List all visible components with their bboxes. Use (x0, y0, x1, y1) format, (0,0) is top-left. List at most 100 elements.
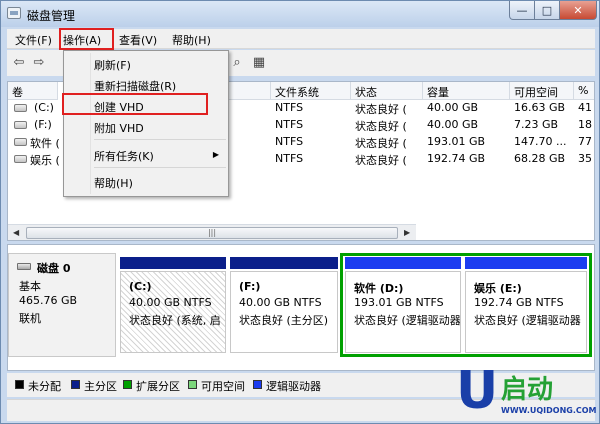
properties-icon[interactable]: ▦ (251, 55, 267, 71)
horizontal-scrollbar[interactable]: ◀ ||| ▶ (8, 224, 416, 240)
legend-label: 扩展分区 (136, 380, 180, 393)
partition-f[interactable]: (F:) 40.00 GB NTFS 状态良好 (主分区) (230, 257, 338, 353)
partition-label: (C:) (129, 280, 152, 293)
table-row-filesystem: NTFS (275, 118, 304, 131)
menu-help[interactable]: 帮助(H) (172, 32, 211, 48)
logical-drive-bar (465, 257, 587, 269)
title-bar: 磁盘管理 — □ ✕ (1, 1, 599, 27)
table-row-capacity: 192.74 GB (427, 152, 486, 165)
scroll-left-icon[interactable]: ◀ (13, 228, 19, 237)
legend-swatch-free-space (188, 380, 197, 389)
column-header-type[interactable] (224, 82, 271, 100)
column-header-volume[interactable]: 卷 (8, 82, 58, 100)
table-row-filesystem: NTFS (275, 152, 304, 165)
close-button[interactable]: ✕ (559, 1, 597, 20)
menu-separator (94, 167, 226, 168)
partition-label: 娱乐 (E:) (474, 282, 522, 295)
table-row-capacity: 40.00 GB (427, 101, 479, 114)
legend-swatch-logical (253, 380, 262, 389)
drive-icon (14, 121, 27, 129)
column-header-capacity[interactable]: 容量 (423, 82, 510, 100)
partition-size: 192.74 GB NTFS (474, 296, 564, 309)
table-row-free: 147.70 ... (514, 135, 567, 148)
magnifier-icon[interactable]: ⌕ (229, 55, 245, 71)
legend-label: 未分配 (28, 380, 61, 393)
partition-body: 娱乐 (E:) 192.74 GB NTFS 状态良好 (逻辑驱动器 (465, 271, 587, 353)
disk-management-app-icon (7, 7, 21, 19)
column-header-free-space[interactable]: 可用空间 (510, 82, 574, 100)
table-row-filesystem: NTFS (275, 101, 304, 114)
menu-item-all-tasks[interactable]: 所有任务(K) (94, 148, 154, 164)
scrollbar-thumb[interactable]: ||| (26, 227, 398, 239)
uqidong-watermark-logo: U 启动 WWW.UQIDONG.COM (456, 361, 597, 423)
disk-management-window: 磁盘管理 — □ ✕ 文件(F) 操作(A) 查看(V) 帮助(H) ⇦ ⇨ ⌕… (0, 0, 600, 424)
scroll-right-icon[interactable]: ▶ (404, 228, 410, 237)
partition-status: 状态良好 (逻辑驱动器 (354, 314, 460, 327)
partition-size: 40.00 GB NTFS (239, 296, 322, 309)
table-row-status: 状态良好 ( (355, 103, 407, 116)
table-row-percent: 18 (578, 118, 592, 131)
menu-item-refresh[interactable]: 刷新(F) (94, 57, 131, 73)
menu-file[interactable]: 文件(F) (15, 32, 52, 48)
table-row-status: 状态良好 ( (355, 154, 407, 167)
table-row-capacity: 40.00 GB (427, 118, 479, 131)
action-dropdown-menu: 刷新(F) 重新扫描磁盘(R) 创建 VHD 附加 VHD 所有任务(K) ▶ … (63, 50, 229, 197)
logical-drive-bar (345, 257, 461, 269)
table-row-volume[interactable]: 软件 ( (30, 135, 64, 151)
watermark-url: WWW.UQIDONG.COM (501, 406, 597, 415)
action-menu-highlight-box (59, 28, 114, 50)
disk-state: 联机 (19, 312, 41, 325)
menu-view[interactable]: 查看(V) (119, 32, 157, 48)
menu-item-rescan-disks[interactable]: 重新扫描磁盘(R) (94, 78, 176, 94)
partition-body: 软件 (D:) 193.01 GB NTFS 状态良好 (逻辑驱动器 (345, 271, 461, 353)
primary-partition-bar (230, 257, 338, 269)
forward-arrow-icon[interactable]: ⇨ (31, 55, 47, 71)
watermark-brand: 启动 (501, 375, 554, 405)
partition-e[interactable]: 娱乐 (E:) 192.74 GB NTFS 状态良好 (逻辑驱动器 (465, 257, 587, 353)
table-row-free: 7.23 GB (514, 118, 559, 131)
partition-status: 状态良好 (主分区) (239, 314, 329, 327)
legend-label: 逻辑驱动器 (266, 380, 321, 393)
table-row-percent: 41 (578, 101, 592, 114)
partition-size: 40.00 GB NTFS (129, 296, 212, 309)
partition-label: (F:) (239, 280, 261, 293)
partition-size: 193.01 GB NTFS (354, 296, 444, 309)
legend-label: 主分区 (84, 380, 117, 393)
table-row-volume[interactable]: (F:) (34, 118, 62, 134)
partition-status: 状态良好 (逻辑驱动器 (474, 314, 581, 327)
column-header-status[interactable]: 状态 (351, 82, 423, 100)
partition-body: (C:) 40.00 GB NTFS 状态良好 (系统, 启 (120, 271, 226, 353)
maximize-button[interactable]: □ (534, 1, 560, 20)
drive-icon (14, 104, 27, 112)
menu-item-help[interactable]: 帮助(H) (94, 175, 133, 191)
back-arrow-icon[interactable]: ⇦ (11, 55, 27, 71)
submenu-arrow-icon: ▶ (212, 150, 219, 159)
create-vhd-highlight-box (62, 93, 208, 115)
disk-icon (17, 263, 31, 270)
legend-swatch-unallocated (15, 380, 24, 389)
table-row-status: 状态良好 ( (355, 120, 407, 133)
disk-graphical-view: 磁盘 0 基本 465.76 GB 联机 (C:) 40.00 GB NTFS … (7, 244, 595, 371)
disk-size: 465.76 GB (19, 294, 78, 307)
partition-d[interactable]: 软件 (D:) 193.01 GB NTFS 状态良好 (逻辑驱动器 (345, 257, 461, 353)
legend-swatch-extended (123, 380, 132, 389)
partition-status: 状态良好 (系统, 启 (129, 314, 221, 327)
drive-icon (14, 138, 27, 146)
table-row-volume[interactable]: (C:) (34, 101, 62, 117)
menu-item-attach-vhd[interactable]: 附加 VHD (94, 120, 144, 136)
table-row-free: 16.63 GB (514, 101, 566, 114)
disk-name: 磁盘 0 (37, 262, 71, 275)
partition-label: 软件 (D:) (354, 282, 404, 295)
minimize-button[interactable]: — (509, 1, 535, 20)
disk-info-panel[interactable]: 磁盘 0 基本 465.76 GB 联机 (8, 253, 116, 357)
table-row-volume[interactable]: 娱乐 ( (30, 152, 64, 168)
legend-label: 可用空间 (201, 380, 245, 393)
column-header-percent[interactable]: % (574, 82, 594, 100)
partition-c[interactable]: (C:) 40.00 GB NTFS 状态良好 (系统, 启 (120, 257, 226, 353)
table-row-capacity: 193.01 GB (427, 135, 486, 148)
legend-swatch-primary (71, 380, 80, 389)
window-title: 磁盘管理 (27, 9, 76, 23)
watermark-u-mark: U (456, 361, 499, 421)
column-header-filesystem[interactable]: 文件系统 (271, 82, 351, 100)
disk-type: 基本 (19, 280, 41, 293)
